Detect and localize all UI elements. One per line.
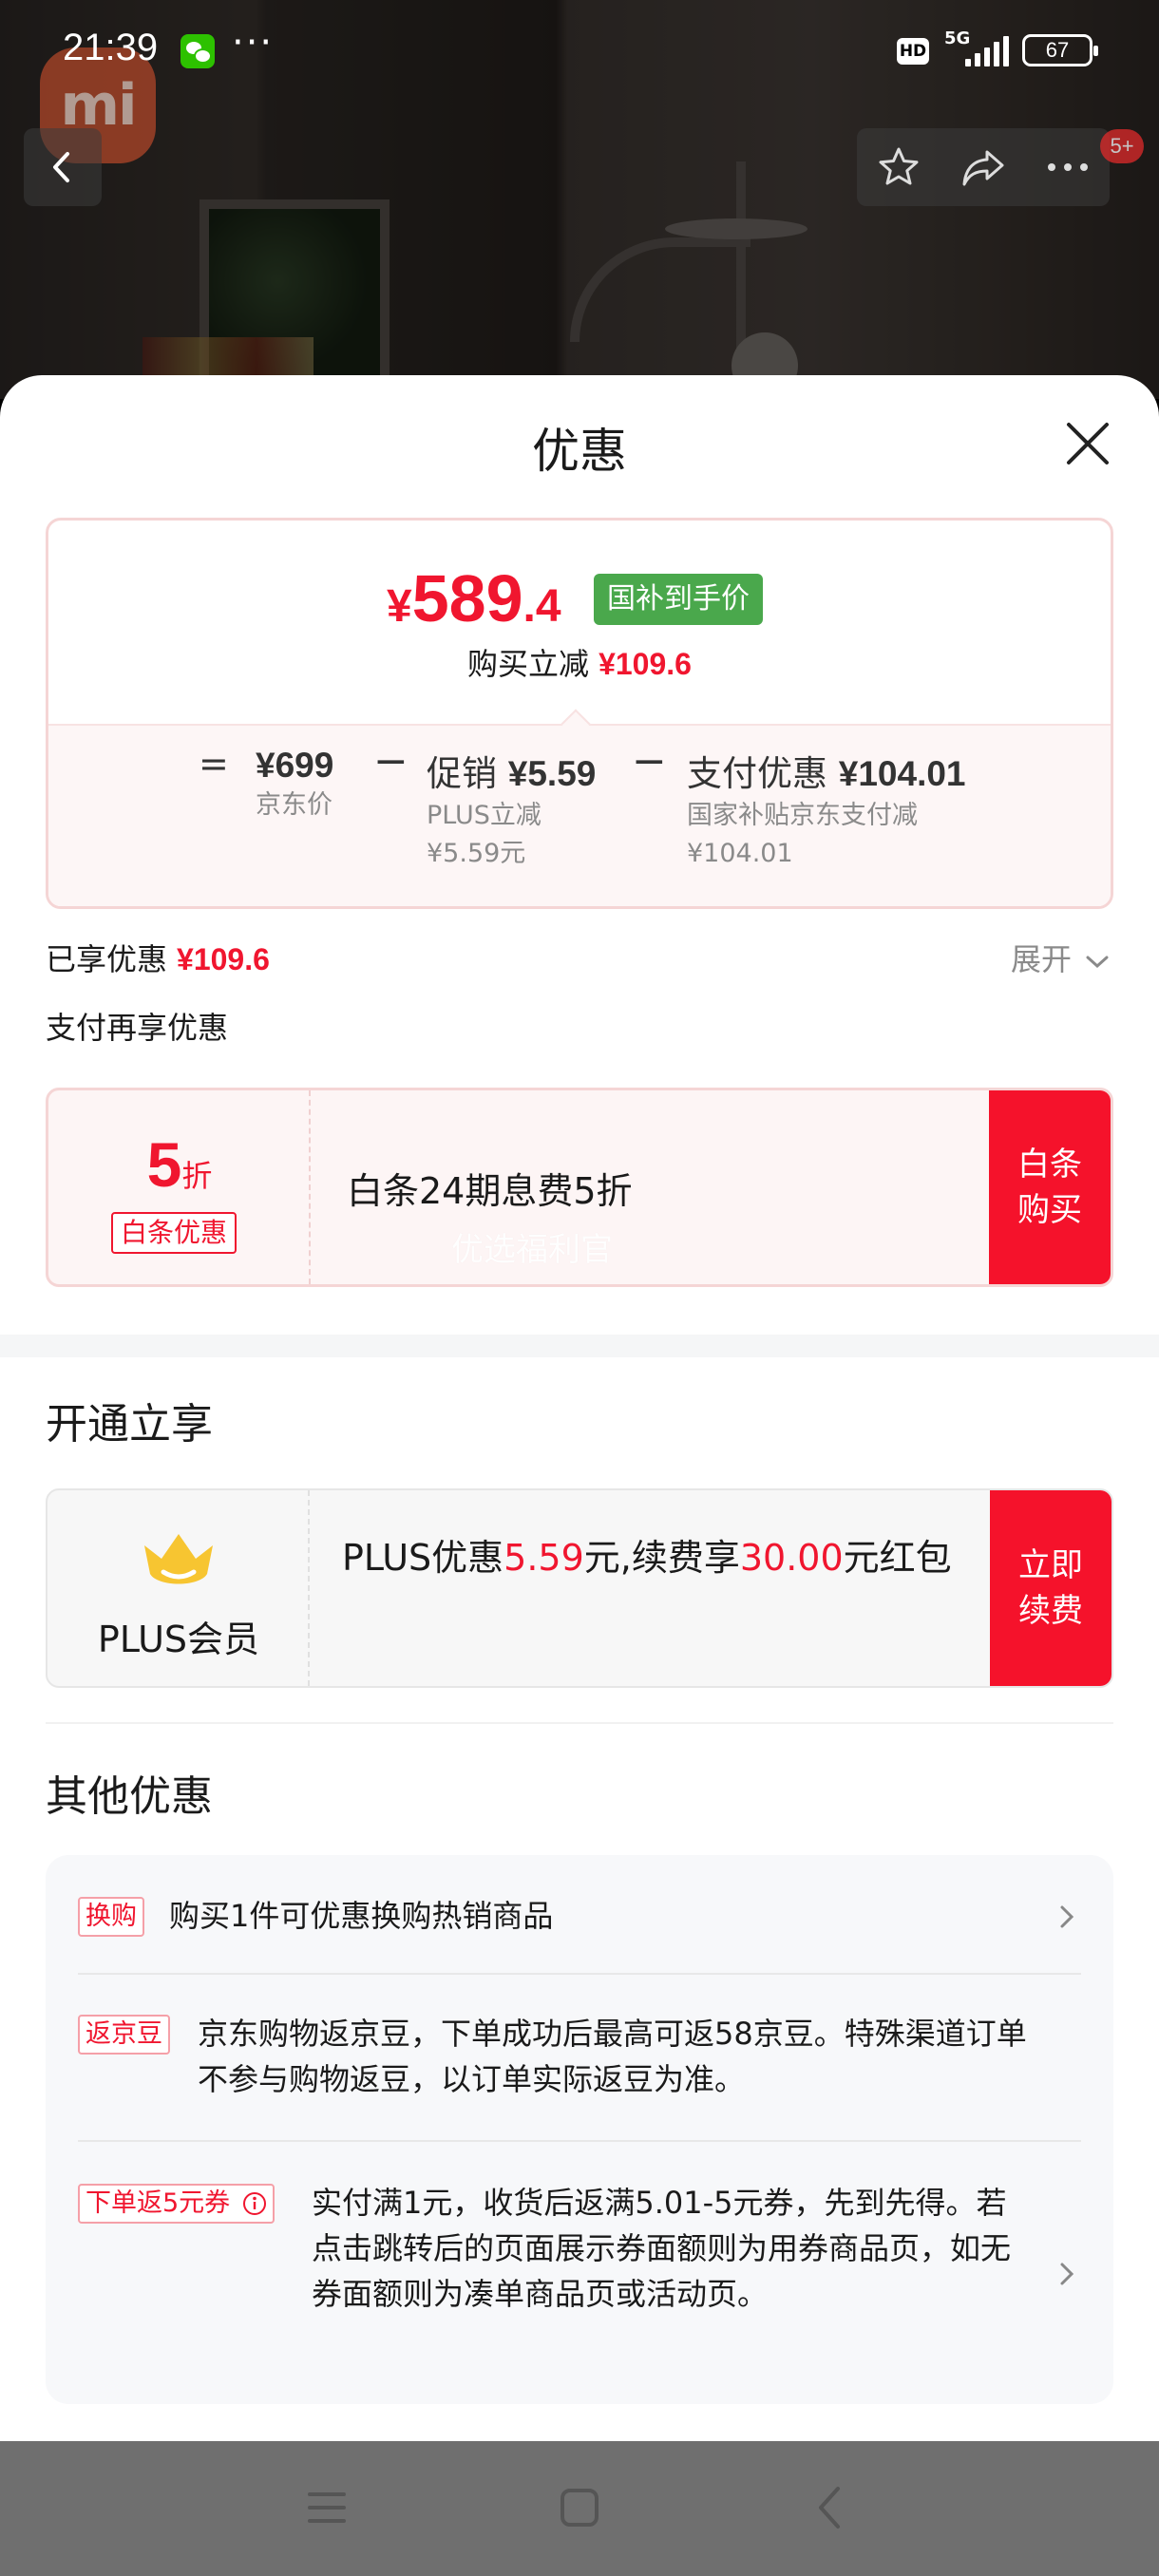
- expand-toggle[interactable]: 展开: [1011, 936, 1110, 979]
- close-icon: [1067, 423, 1109, 464]
- baitiao-buy-label-1: 白条: [1017, 1146, 1082, 1184]
- renew-label-2: 续费: [1018, 1592, 1083, 1630]
- equals-sign: =: [199, 743, 229, 785]
- final-price: ¥589.4: [387, 560, 561, 636]
- chevron-right-icon: [1060, 1905, 1074, 1928]
- back-icon[interactable]: [804, 2479, 861, 2536]
- payment-discount-item: 支付优惠 ¥104.01 国家补贴京东支付减 ¥104.01: [687, 745, 966, 872]
- share-icon[interactable]: [950, 134, 1016, 200]
- jd-price-label: 京东价: [256, 790, 332, 820]
- plus-text-a: PLUS优惠: [342, 1537, 504, 1579]
- watermark-text: 优选福利官: [451, 1231, 613, 1269]
- offer-row-jd-beans: 返京豆 京东购物返京豆，下单成功后最高可返58京豆。特殊渠道订单不参与购物返豆，…: [78, 2011, 1081, 2106]
- back-arrow-icon: [53, 152, 69, 182]
- chevron-right-icon: [1060, 2263, 1074, 2285]
- final-price-decimal: .4: [522, 581, 561, 632]
- plus-amount-b: 30.00: [739, 1537, 844, 1579]
- promotion-label: 促销: [427, 753, 497, 794]
- renew-label-1: 立即: [1018, 1546, 1083, 1584]
- jd-beans-tag: 返京豆: [78, 2015, 170, 2055]
- status-time: 21:39: [63, 27, 159, 68]
- exchange-tag: 换购: [78, 1897, 144, 1937]
- divider: [46, 1722, 1113, 1724]
- reduction-label: 购买立减: [467, 646, 590, 682]
- enjoyed-discount: 已享优惠 ¥109.6: [46, 936, 270, 979]
- back-button[interactable]: [24, 128, 102, 206]
- chevron-down-icon: [1086, 956, 1109, 969]
- other-offers-list: 换购 购买1件可优惠换购热销商品 返京豆 京东购物返京豆，下单成功后最高可返58…: [46, 1855, 1113, 2404]
- section-gap: [0, 1335, 1159, 1357]
- jd-beans-text: 京东购物返京豆，下单成功后最高可返58京豆。特殊渠道订单不参与购物返豆，以订单实…: [198, 2016, 1027, 2097]
- menu-icon[interactable]: [298, 2479, 355, 2536]
- minus-sign-2: −: [632, 737, 667, 786]
- enjoyed-label: 已享优惠: [46, 941, 168, 977]
- top-action-group: [857, 128, 1110, 206]
- baitiao-buy-button[interactable]: 白条 购买: [989, 1090, 1111, 1284]
- close-button[interactable]: [1059, 415, 1116, 472]
- purchase-reduction: 购买立减 ¥109.6: [48, 640, 1111, 684]
- baitiao-offer-text: 白条24期息费5折: [347, 1170, 633, 1212]
- expand-label: 展开: [1011, 941, 1073, 977]
- home-icon[interactable]: [551, 2479, 608, 2536]
- open-membership-title: 开通立享: [46, 1400, 213, 1449]
- info-icon[interactable]: [242, 2191, 267, 2216]
- payment-discount-amount: ¥104.01: [838, 754, 966, 793]
- status-bar: 21:39 ··· HD 5G 67: [0, 0, 1159, 104]
- minus-sign-1: −: [373, 737, 408, 786]
- coupon-tag: 下单返5元券: [78, 2184, 275, 2224]
- discount-sheet: 优惠 ¥589.4 国补到手价 购买立减 ¥109.6 = ¥699 京东价 − …: [0, 375, 1159, 2441]
- baitiao-offer-card[interactable]: 5折 白条优惠 白条24期息费5折 优选福利官 白条购买: [46, 1088, 1113, 1287]
- payment-discount-sub-amount: ¥104.01: [687, 839, 793, 868]
- plus-amount-a: 5.59: [504, 1537, 584, 1579]
- plus-membership-label: PLUS会员: [97, 1619, 260, 1660]
- plus-text-b: 元,续费享: [583, 1537, 740, 1579]
- baitiao-discount-number: 5: [146, 1129, 182, 1200]
- plus-membership-card[interactable]: PLUS会员 PLUS优惠5.59元,续费享30.00元红包 立即续费: [46, 1488, 1113, 1688]
- final-price-integer: 589: [411, 561, 523, 635]
- other-offers-title: 其他优惠: [46, 1772, 213, 1821]
- jd-price-amount: ¥699: [256, 746, 334, 785]
- final-price-currency: ¥: [387, 581, 412, 632]
- wechat-icon: [180, 34, 215, 68]
- list-divider: [78, 1973, 1081, 1975]
- exchange-text: 购买1件可优惠换购热销商品: [169, 1898, 554, 1934]
- signal-icon: [965, 36, 1009, 66]
- promotion-amount: ¥5.59: [507, 754, 597, 793]
- more-notifications-icon: ···: [232, 21, 275, 65]
- more-menu-icon[interactable]: [1035, 134, 1101, 200]
- plus-membership-panel: PLUS会员: [48, 1490, 310, 1686]
- baitiao-discount: 5折: [48, 1128, 311, 1201]
- payment-discount-label: 支付优惠: [687, 753, 827, 794]
- jd-price-item: ¥699 京东价: [256, 745, 333, 824]
- payment-discount-sub-label: 国家补贴京东支付减: [687, 801, 918, 830]
- baitiao-tag: 白条优惠: [111, 1212, 238, 1254]
- promotion-item: 促销 ¥5.59 PLUS立减 ¥5.59元: [427, 745, 596, 872]
- crown-icon: [144, 1534, 213, 1584]
- baitiao-discount-unit: 折: [181, 1158, 213, 1194]
- favorite-star-icon[interactable]: [865, 134, 932, 200]
- pay-more-title: 支付再享优惠: [46, 1010, 229, 1046]
- coupon-tag-label: 下单返5元券: [86, 2188, 231, 2218]
- renew-now-button[interactable]: 立即 续费: [990, 1490, 1112, 1686]
- offer-row-coupon[interactable]: 下单返5元券 实付满1元，收货后返满5.01-5元券，先到先得。若点击跳转后的页…: [78, 2180, 1081, 2366]
- plus-offer-text: PLUS优惠5.59元,续费享30.00元红包: [342, 1532, 988, 1583]
- gov-subsidy-badge: 国补到手价: [594, 574, 763, 625]
- battery-icon: 67: [1022, 34, 1098, 66]
- reduction-amount: ¥109.6: [598, 647, 692, 681]
- enjoyed-amount: ¥109.6: [177, 942, 270, 976]
- offer-row-exchange[interactable]: 换购 购买1件可优惠换购热销商品: [78, 1893, 1081, 1950]
- sheet-title: 优惠: [532, 424, 627, 479]
- price-breakdown-card: ¥589.4 国补到手价 购买立减 ¥109.6 = ¥699 京东价 − 促销 …: [46, 518, 1113, 909]
- coupon-text: 实付满1元，收货后返满5.01-5元券，先到先得。若点击跳转后的页面展示券面额则…: [312, 2185, 1012, 2312]
- plus-text-c: 元红包: [843, 1537, 952, 1579]
- baitiao-buy-label-2: 购买: [1017, 1191, 1082, 1229]
- message-count-badge: 5+: [1100, 129, 1144, 163]
- promotion-sub-label: PLUS立减: [427, 801, 542, 830]
- list-divider: [78, 2140, 1081, 2142]
- promotion-sub-amount: ¥5.59元: [427, 839, 526, 868]
- baitiao-discount-panel: 5折 白条优惠: [48, 1090, 311, 1284]
- system-navigation-bar: [0, 2441, 1159, 2576]
- hd-icon: HD: [897, 38, 929, 65]
